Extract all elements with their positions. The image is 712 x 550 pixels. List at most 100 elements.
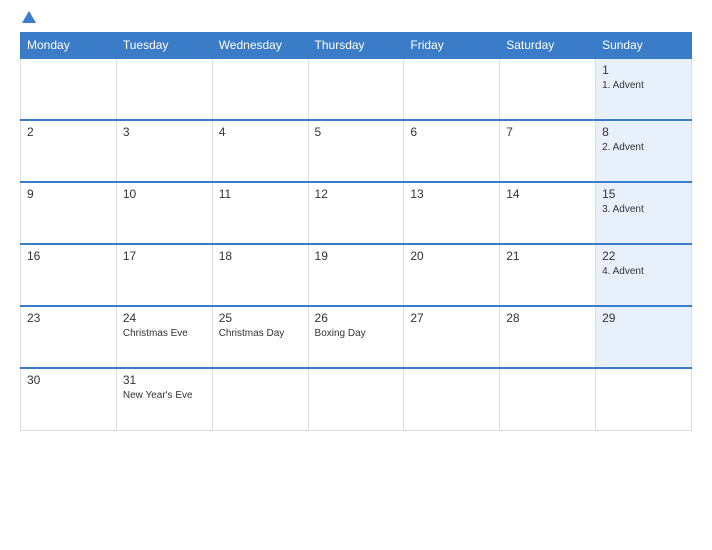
- logo-triangle: [22, 11, 36, 23]
- day-cell: 9: [21, 182, 117, 244]
- day-event: Christmas Day: [219, 327, 302, 340]
- day-number: 8: [602, 125, 685, 139]
- weekday-thursday: Thursday: [308, 33, 404, 59]
- week-row-4: 16 17 18 19 20 21 22 4. Advent: [21, 244, 692, 306]
- day-number: 22: [602, 249, 685, 263]
- day-cell: 25 Christmas Day: [212, 306, 308, 368]
- day-number: 27: [410, 311, 493, 325]
- weekday-wednesday: Wednesday: [212, 33, 308, 59]
- week-row-5: 23 24 Christmas Eve 25 Christmas Day 26 Boxing…: [21, 306, 692, 368]
- day-cell: 26 Boxing Day: [308, 306, 404, 368]
- day-cell: 27: [404, 306, 500, 368]
- day-event: 3. Advent: [602, 203, 685, 216]
- day-event: 4. Advent: [602, 265, 685, 278]
- day-number: 13: [410, 187, 493, 201]
- week-row-6: 30 31 New Year's Eve: [21, 368, 692, 430]
- day-number: 30: [27, 373, 110, 387]
- day-cell: [21, 58, 117, 120]
- day-event: 2. Advent: [602, 141, 685, 154]
- day-number: 11: [219, 187, 302, 201]
- day-number: 26: [315, 311, 398, 325]
- day-cell: [116, 58, 212, 120]
- day-cell: 20: [404, 244, 500, 306]
- calendar-table: MondayTuesdayWednesdayThursdayFridaySatu…: [20, 32, 692, 431]
- weekday-saturday: Saturday: [500, 33, 596, 59]
- day-number: 17: [123, 249, 206, 263]
- weekday-tuesday: Tuesday: [116, 33, 212, 59]
- week-row-1: 1 1. Advent: [21, 58, 692, 120]
- day-cell: 12: [308, 182, 404, 244]
- day-cell: [596, 368, 692, 430]
- day-number: 6: [410, 125, 493, 139]
- day-cell: 6: [404, 120, 500, 182]
- day-cell: 8 2. Advent: [596, 120, 692, 182]
- week-row-2: 2345678 2. Advent: [21, 120, 692, 182]
- header: [20, 10, 692, 26]
- day-cell: 1 1. Advent: [596, 58, 692, 120]
- day-cell: [404, 58, 500, 120]
- day-number: 31: [123, 373, 206, 387]
- day-number: 20: [410, 249, 493, 263]
- day-number: 2: [27, 125, 110, 139]
- day-number: 14: [506, 187, 589, 201]
- day-cell: 22 4. Advent: [596, 244, 692, 306]
- day-number: 15: [602, 187, 685, 201]
- day-cell: 31 New Year's Eve: [116, 368, 212, 430]
- day-number: 21: [506, 249, 589, 263]
- day-event: Boxing Day: [315, 327, 398, 340]
- day-number: 4: [219, 125, 302, 139]
- logo: [20, 10, 36, 26]
- day-cell: 10: [116, 182, 212, 244]
- day-cell: [212, 58, 308, 120]
- day-cell: 7: [500, 120, 596, 182]
- day-cell: 21: [500, 244, 596, 306]
- day-cell: [500, 368, 596, 430]
- day-cell: 29: [596, 306, 692, 368]
- day-number: 23: [27, 311, 110, 325]
- day-number: 12: [315, 187, 398, 201]
- day-number: 9: [27, 187, 110, 201]
- day-cell: 4: [212, 120, 308, 182]
- day-number: 19: [315, 249, 398, 263]
- day-event: 1. Advent: [602, 79, 685, 92]
- weekday-friday: Friday: [404, 33, 500, 59]
- day-event: New Year's Eve: [123, 389, 206, 402]
- day-number: 28: [506, 311, 589, 325]
- day-cell: 2: [21, 120, 117, 182]
- day-number: 25: [219, 311, 302, 325]
- day-cell: 24 Christmas Eve: [116, 306, 212, 368]
- day-cell: [404, 368, 500, 430]
- weekday-sunday: Sunday: [596, 33, 692, 59]
- day-number: 7: [506, 125, 589, 139]
- day-number: 5: [315, 125, 398, 139]
- day-cell: [308, 368, 404, 430]
- day-cell: 16: [21, 244, 117, 306]
- day-cell: 18: [212, 244, 308, 306]
- day-number: 24: [123, 311, 206, 325]
- calendar-page: MondayTuesdayWednesdayThursdayFridaySatu…: [0, 0, 712, 550]
- day-cell: [500, 58, 596, 120]
- day-cell: 30: [21, 368, 117, 430]
- day-cell: [212, 368, 308, 430]
- day-cell: 23: [21, 306, 117, 368]
- day-cell: 28: [500, 306, 596, 368]
- day-cell: 14: [500, 182, 596, 244]
- weekday-monday: Monday: [21, 33, 117, 59]
- day-number: 18: [219, 249, 302, 263]
- day-number: 16: [27, 249, 110, 263]
- day-number: 1: [602, 63, 685, 77]
- day-number: 10: [123, 187, 206, 201]
- day-cell: 15 3. Advent: [596, 182, 692, 244]
- weekday-header-row: MondayTuesdayWednesdayThursdayFridaySatu…: [21, 33, 692, 59]
- day-cell: 3: [116, 120, 212, 182]
- day-cell: 17: [116, 244, 212, 306]
- day-number: 29: [602, 311, 685, 325]
- week-row-3: 9 10 11 12 13 14 15 3. Advent: [21, 182, 692, 244]
- day-cell: 13: [404, 182, 500, 244]
- day-cell: 19: [308, 244, 404, 306]
- day-event: Christmas Eve: [123, 327, 206, 340]
- day-cell: 5: [308, 120, 404, 182]
- logo-text: [20, 10, 36, 26]
- day-number: 3: [123, 125, 206, 139]
- day-cell: [308, 58, 404, 120]
